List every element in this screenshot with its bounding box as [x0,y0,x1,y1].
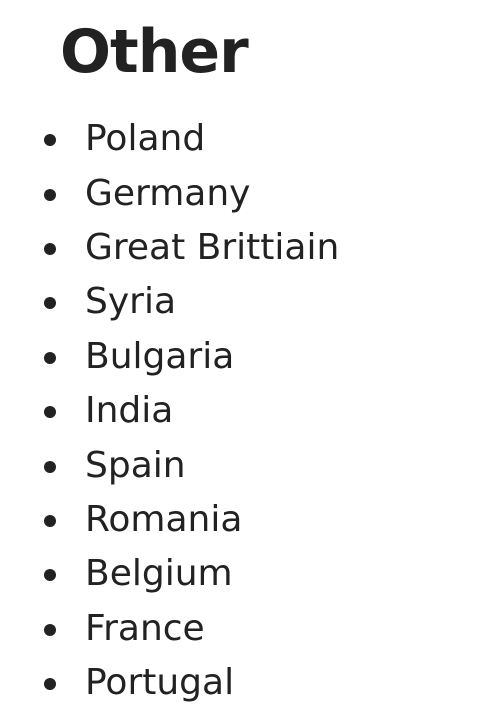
country-label: France [85,607,205,649]
list-item: Bulgaria [0,330,478,384]
bullet-icon [44,297,56,310]
list-item: Germany [0,166,478,220]
bullet-icon [44,351,56,364]
list-item: Portugal [0,656,478,710]
bullet-icon [44,623,56,636]
country-label: Great Brittiain [85,226,340,268]
other-countries-section: Other Poland Germany Great Brittiain Syr… [0,0,478,724]
list-item: France [0,602,478,656]
country-label: Belgium [85,553,233,595]
list-item: Great Brittiain [0,221,478,275]
bullet-icon [44,569,56,582]
country-label: Germany [85,172,251,214]
country-label: India [85,390,174,432]
bullet-icon [44,514,56,527]
list-item: India [0,384,478,438]
bullet-icon [44,460,56,473]
bullet-icon [44,406,56,419]
bullet-icon [44,242,56,255]
list-item: Poland [0,112,478,166]
country-list: Poland Germany Great Brittiain Syria Bul… [0,112,478,710]
country-label: Syria [85,281,177,323]
list-item: Syria [0,275,478,329]
list-item: Romania [0,493,478,547]
bullet-icon [44,134,56,147]
country-label: Bulgaria [85,335,235,377]
country-label: Portugal [85,662,235,704]
country-label: Spain [85,444,186,486]
country-label: Poland [85,118,206,160]
section-heading: Other [60,17,249,87]
bullet-icon [44,188,56,201]
country-label: Romania [85,498,243,540]
bullet-icon [44,678,56,691]
list-item: Belgium [0,547,478,601]
list-item: Spain [0,438,478,492]
